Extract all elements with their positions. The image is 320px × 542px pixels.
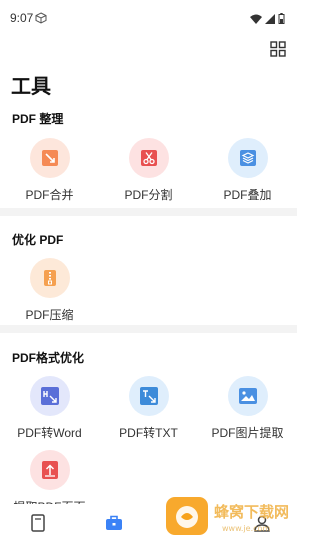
tool-overlay-label: PDF叠加	[223, 188, 272, 202]
watermark-logo-icon: 蜂窝下载网 www.je.com	[166, 497, 289, 535]
layers-icon	[227, 138, 268, 178]
tool-merge-label: PDF合并	[25, 188, 74, 202]
status-time: 9:07	[10, 11, 34, 25]
scissors-icon	[128, 138, 169, 178]
svg-text:蜂窝下载网: 蜂窝下载网	[214, 503, 289, 521]
tool-split-label: PDF分割	[124, 188, 173, 202]
section-divider	[0, 325, 297, 333]
section-divider	[0, 208, 297, 216]
cube-icon	[35, 11, 47, 29]
section-title-format: PDF格式优化	[12, 351, 85, 365]
tab-files[interactable]	[28, 513, 48, 533]
zip-icon	[29, 258, 70, 298]
battery-icon	[278, 11, 285, 29]
merge-icon	[29, 138, 70, 178]
wifi-icon	[250, 11, 262, 29]
page-title: 工具	[11, 76, 51, 98]
section-title-optimize: 优化 PDF	[12, 233, 64, 247]
tool-merge[interactable]: PDF合并	[0, 138, 99, 203]
signal-icon	[265, 11, 275, 29]
grid-view-button[interactable]	[269, 40, 287, 58]
tool-to-word-label: PDF转Word	[17, 426, 82, 440]
page-extract-icon	[29, 450, 70, 490]
tool-compress[interactable]: PDF压缩	[0, 258, 99, 323]
tool-overlay[interactable]: PDF叠加	[198, 138, 297, 203]
status-indicators	[250, 11, 285, 29]
word-icon	[29, 376, 70, 416]
document-icon	[31, 514, 45, 532]
svg-text:www.je.com: www.je.com	[222, 524, 270, 533]
status-bar: 9:07	[0, 0, 297, 36]
tab-tools[interactable]	[104, 513, 124, 533]
watermark: 蜂窝下载网 www.je.com	[166, 495, 297, 537]
tool-extract-images[interactable]: PDF图片提取	[198, 376, 297, 441]
tool-extract-images-label: PDF图片提取	[211, 426, 284, 440]
tool-split[interactable]: PDF分割	[99, 138, 198, 203]
section-title-organize: PDF 整理	[12, 112, 64, 126]
tool-to-txt-label: PDF转TXT	[119, 426, 178, 440]
tool-to-txt[interactable]: PDF转TXT	[99, 376, 198, 441]
toolbox-icon	[106, 515, 122, 530]
tool-compress-label: PDF压缩	[25, 308, 74, 322]
grid-icon	[270, 41, 286, 57]
txt-icon	[128, 376, 169, 416]
image-icon	[227, 376, 268, 416]
tool-to-word[interactable]: PDF转Word	[0, 376, 99, 441]
